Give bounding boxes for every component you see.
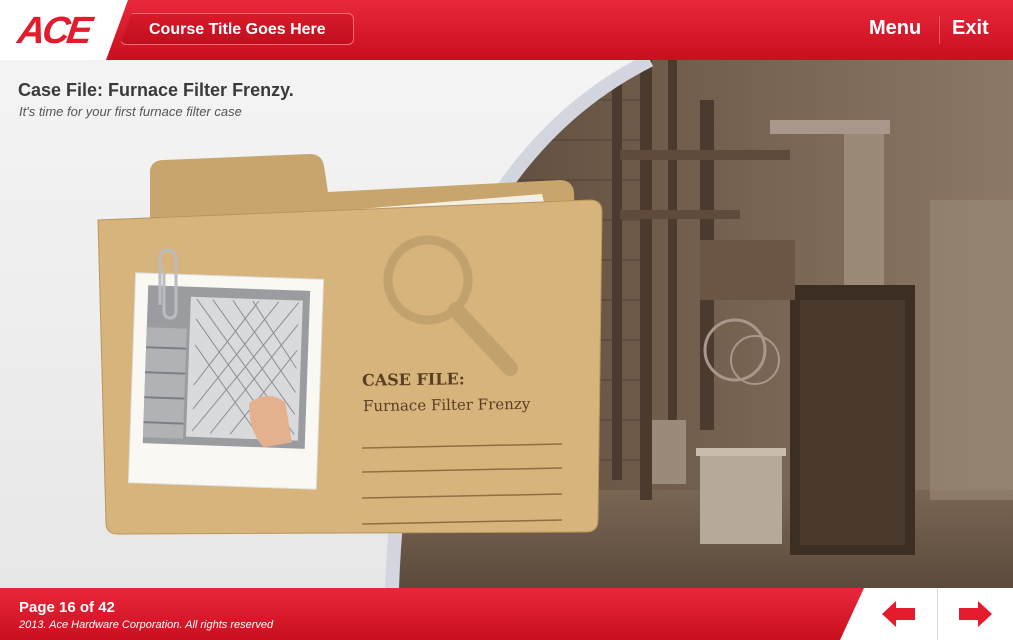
ace-logo: ACE [15, 10, 93, 52]
menu-button[interactable]: Menu [869, 17, 921, 40]
content-area: Case File: Furnace Filter Frenzy. It's t… [0, 60, 1013, 588]
nav-divider [937, 588, 938, 640]
page-indicator: Page 16 of 42 [19, 599, 115, 616]
logo-area: ACE [0, 0, 128, 60]
header-bar: ACE Course Title Goes Here Menu Exit [0, 0, 1013, 60]
header-divider [939, 16, 940, 44]
footer-bar: Page 16 of 42 2013. Ace Hardware Corpora… [0, 588, 1013, 640]
case-file-name: Furnace Filter Frenzy [362, 394, 531, 416]
copyright-text: 2013. Ace Hardware Corporation. All righ… [19, 619, 274, 631]
polaroid-photo [127, 272, 325, 490]
page-subtitle: It's time for your first furnace filter … [19, 104, 242, 119]
arrow-right-icon[interactable] [958, 600, 992, 628]
exit-button[interactable]: Exit [952, 17, 989, 40]
case-file-heading: CASE FILE: [361, 369, 465, 390]
case-file-folder [97, 154, 603, 535]
page-title: Case File: Furnace Filter Frenzy. [18, 80, 294, 100]
arrow-left-icon[interactable] [882, 600, 916, 628]
course-title: Course Title Goes Here [120, 13, 354, 45]
